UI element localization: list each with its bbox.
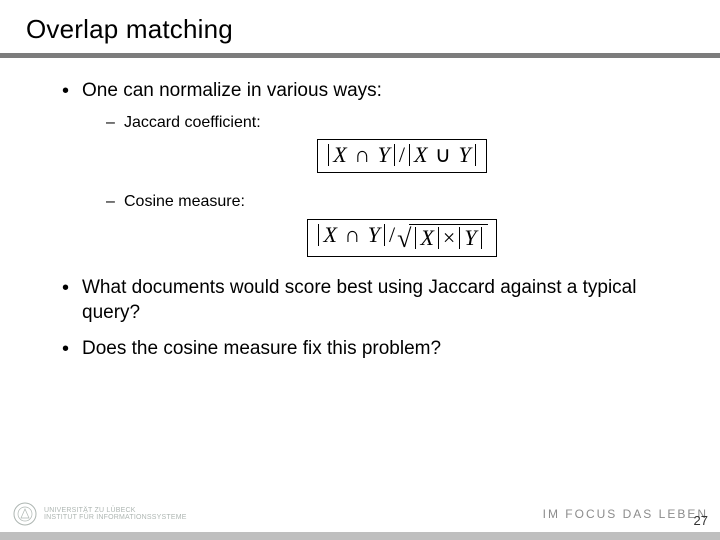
bullet-question-jaccard: What documents would score best using Ja…	[62, 275, 680, 326]
formula-cosine: X ∩ Y /√ X × Y	[307, 219, 496, 257]
var-y3: Y	[368, 222, 380, 247]
bullet-normalize: One can normalize in various ways: Jacca…	[62, 78, 680, 257]
sqrt: √ X × Y	[397, 224, 487, 250]
op-intersect2: ∩	[342, 222, 362, 247]
page-number: 27	[694, 513, 708, 528]
bullet-question-cosine: Does the cosine measure fix this problem…	[62, 336, 680, 362]
var-x3: X	[323, 222, 336, 247]
var-y: Y	[378, 142, 390, 167]
institute-name: INSTITUT FÜR INFORMATIONSSYSTEME	[44, 514, 187, 521]
subbullet-label: Cosine measure:	[124, 193, 245, 210]
op-union: ∪	[433, 142, 453, 167]
slide-content: One can normalize in various ways: Jacca…	[0, 58, 720, 362]
var-x: X	[333, 142, 346, 167]
university-name: UNIVERSITÄT ZU LÜBECK	[44, 507, 187, 514]
radical-icon: √	[397, 226, 411, 252]
subbullet-label: Jaccard coefficient:	[124, 114, 261, 131]
slide-footer: UNIVERSITÄT ZU LÜBECK INSTITUT FÜR INFOR…	[0, 532, 720, 540]
footer-bar	[0, 532, 720, 540]
bullet-text: One can normalize in various ways:	[82, 80, 382, 101]
slide-title: Overlap matching	[0, 0, 720, 53]
op-times: ×	[441, 225, 457, 250]
var-x4: X	[420, 225, 433, 250]
op-divide2: /	[387, 222, 397, 247]
bullet-text: What documents would score best using Ja…	[82, 277, 636, 324]
seal-icon	[12, 501, 38, 527]
formula-jaccard-wrap: X ∩ Y / X ∪ Y	[124, 139, 680, 173]
formula-jaccard: X ∩ Y / X ∪ Y	[317, 139, 487, 173]
var-x2: X	[414, 142, 427, 167]
slide: Overlap matching One can normalize in va…	[0, 0, 720, 540]
formula-cosine-wrap: X ∩ Y /√ X × Y	[124, 219, 680, 257]
var-y2: Y	[459, 142, 471, 167]
var-y4: Y	[464, 225, 476, 250]
op-intersect: ∩	[352, 142, 372, 167]
subbullet-jaccard: Jaccard coefficient: X ∩ Y / X ∪ Y	[106, 112, 680, 174]
footer-motto: IM FOCUS DAS LEBEN	[543, 507, 708, 521]
university-logo: UNIVERSITÄT ZU LÜBECK INSTITUT FÜR INFOR…	[12, 501, 187, 527]
subbullet-cosine: Cosine measure: X ∩ Y /√ X × Y	[106, 191, 680, 257]
bullet-text: Does the cosine measure fix this problem…	[82, 338, 441, 359]
op-divide: /	[397, 142, 407, 167]
